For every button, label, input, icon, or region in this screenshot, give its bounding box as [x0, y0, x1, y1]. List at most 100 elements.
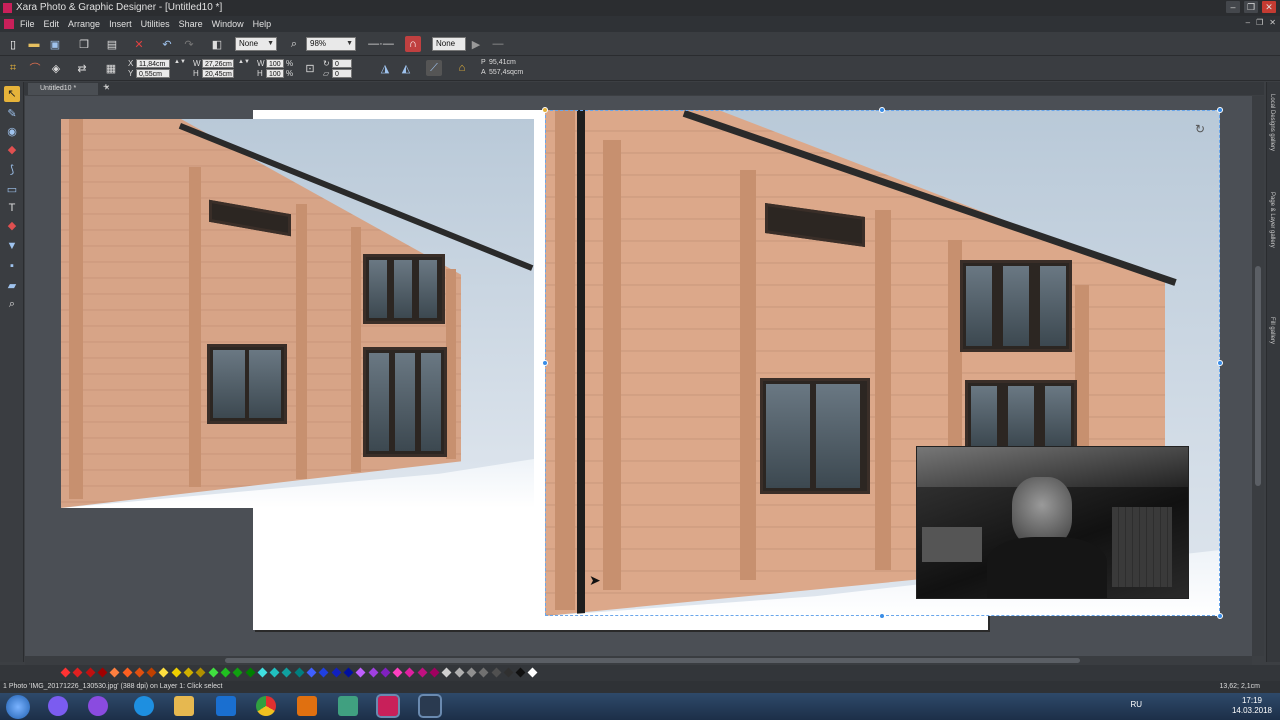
redo-icon[interactable]: ↷ [181, 36, 197, 52]
curve-tool-icon[interactable]: ⌒ [27, 60, 43, 76]
color-swatch[interactable] [195, 667, 206, 678]
media-player-icon[interactable] [297, 696, 317, 716]
doc-minimize-button[interactable]: – [1246, 18, 1250, 27]
file-explorer-icon[interactable] [174, 696, 194, 716]
selection-handle[interactable] [542, 360, 548, 366]
minimize-button[interactable]: – [1226, 1, 1240, 13]
color-swatch[interactable] [109, 667, 120, 678]
tag-icon[interactable]: ⌂ [454, 60, 470, 76]
selection-handle[interactable] [1217, 613, 1223, 619]
selector-tool-icon[interactable]: ↖ [4, 86, 20, 102]
menu-insert[interactable]: Insert [109, 19, 132, 29]
flip-horizontal-icon[interactable]: ◮ [377, 60, 393, 76]
canvas-workspace[interactable]: ↻ ➤ [25, 96, 1252, 656]
color-swatch[interactable] [294, 667, 305, 678]
eraser-tool-icon[interactable]: ◆ [4, 142, 20, 158]
color-swatch[interactable] [171, 667, 182, 678]
color-swatch[interactable] [368, 667, 378, 678]
rotation-field[interactable]: 0 [332, 59, 352, 68]
local-designs-gallery-tab[interactable]: Local Designs gallery [1269, 94, 1275, 151]
color-swatch[interactable] [392, 667, 403, 678]
rotate-handles-icon[interactable]: ◈ [48, 60, 64, 76]
selection-handle[interactable] [1217, 360, 1223, 366]
color-swatch[interactable] [60, 667, 71, 678]
freehand-tool-icon[interactable]: ✎ [4, 106, 20, 122]
line-width-icon[interactable]: —·— [368, 36, 394, 52]
color-swatch[interactable] [220, 667, 231, 678]
language-indicator[interactable]: RU [1130, 700, 1142, 709]
menu-window[interactable]: Window [212, 19, 244, 29]
undo-icon[interactable]: ↶ [159, 36, 175, 52]
color-swatch[interactable] [380, 667, 391, 678]
flip-arrows-icon[interactable]: ⇄ [74, 60, 90, 76]
scale-width-field[interactable]: 100 [266, 59, 284, 68]
skew-field[interactable]: 0 [332, 69, 352, 78]
extrude-tool-icon[interactable]: ▰ [4, 278, 20, 294]
color-swatch[interactable] [72, 667, 83, 678]
internet-explorer-icon[interactable] [134, 696, 154, 716]
page-layer-gallery-tab[interactable]: Page & Layer gallery [1269, 192, 1275, 248]
paste-icon[interactable]: ▤ [104, 36, 120, 52]
color-swatch[interactable] [306, 667, 317, 678]
selection-handle[interactable] [879, 107, 885, 113]
color-swatch[interactable] [454, 667, 465, 678]
color-swatch[interactable] [232, 667, 243, 678]
grid-icon[interactable]: ▦ [103, 60, 119, 76]
line-end-icon[interactable]: — [487, 36, 509, 52]
color-swatch[interactable] [503, 667, 514, 678]
color-swatch[interactable] [183, 667, 194, 678]
color-swatch[interactable] [515, 667, 526, 678]
lock-aspect-icon[interactable]: ⊡ [302, 60, 318, 76]
transparency-icon[interactable]: ◧ [209, 36, 225, 52]
new-document-icon[interactable]: ▯ [5, 36, 21, 52]
arrow-right-icon[interactable]: ▶ [468, 36, 484, 52]
color-swatch[interactable] [491, 667, 501, 678]
color-swatch[interactable] [245, 667, 255, 678]
menu-utilities[interactable]: Utilities [141, 19, 170, 29]
color-swatch[interactable] [122, 667, 132, 678]
save-icon[interactable]: ▣ [47, 36, 63, 52]
doc-restore-button[interactable]: ❐ [1256, 18, 1263, 27]
color-swatch[interactable] [355, 667, 366, 678]
download-manager-icon[interactable] [338, 696, 358, 716]
width-field[interactable]: 27,26cm [202, 59, 234, 68]
color-swatch[interactable] [208, 667, 219, 678]
color-swatch[interactable] [281, 667, 292, 678]
menu-help[interactable]: Help [253, 19, 272, 29]
system-clock[interactable]: 17:19 14.03.2018 [1232, 696, 1272, 716]
zoom-icon[interactable]: ⌕ [286, 36, 302, 52]
menu-file[interactable]: File [20, 19, 35, 29]
color-swatch[interactable] [466, 667, 477, 678]
scale-lines-icon[interactable]: ⟋ [426, 60, 442, 76]
zoom-tool-icon[interactable]: ⌕ [4, 296, 20, 312]
scale-height-field[interactable]: 100 [266, 69, 284, 78]
menu-edit[interactable]: Edit [44, 19, 60, 29]
horizontal-scrollbar[interactable] [25, 656, 1252, 665]
color-swatch[interactable] [269, 667, 280, 678]
color-swatch[interactable] [404, 667, 415, 678]
photo-left[interactable] [61, 119, 534, 508]
xara-designer-icon[interactable] [376, 694, 400, 718]
alice-icon[interactable] [48, 696, 68, 716]
color-swatch[interactable] [478, 667, 489, 678]
doc-close-button[interactable]: ✕ [1269, 18, 1276, 27]
horizontal-scroll-thumb[interactable] [225, 658, 1080, 663]
color-swatch[interactable] [417, 667, 428, 678]
stepper-icon[interactable]: ▲▼ [174, 59, 186, 65]
new-tab-button[interactable]: + [103, 82, 109, 93]
open-folder-icon[interactable]: ▬ [26, 36, 42, 52]
copy-icon[interactable]: ❐ [76, 36, 92, 52]
screen-recorder-icon[interactable] [418, 694, 442, 718]
selection-handle[interactable] [879, 613, 885, 619]
snap-magnet-icon[interactable]: ∩ [405, 36, 421, 52]
vertical-scrollbar[interactable] [1252, 96, 1264, 656]
start-button-icon[interactable] [6, 695, 30, 719]
color-swatch[interactable] [97, 667, 108, 678]
zoom-dropdown[interactable]: 98% ▼ [306, 37, 356, 51]
color-swatch[interactable] [429, 667, 440, 678]
color-swatch[interactable] [318, 667, 329, 678]
height-field[interactable]: 20,45cm [202, 69, 234, 78]
vertical-scroll-thumb[interactable] [1255, 266, 1261, 486]
flip-vertical-icon[interactable]: ◭ [398, 60, 414, 76]
rectangle-tool-icon[interactable]: ▭ [4, 182, 20, 198]
